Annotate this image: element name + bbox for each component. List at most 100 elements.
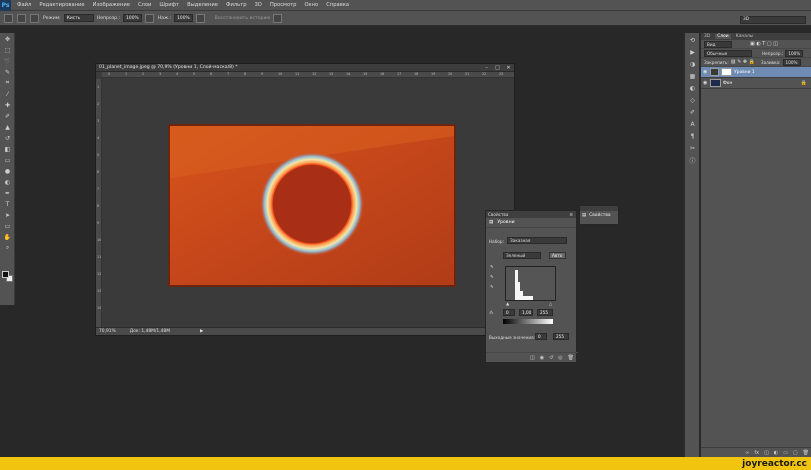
delete-icon[interactable]: 🗑 [568, 355, 574, 361]
output-white-field[interactable]: 255 [553, 333, 569, 340]
menu-image[interactable]: Изображение [93, 2, 130, 8]
healing-icon[interactable]: ✚ [2, 100, 13, 110]
eraser-tool-icon[interactable] [4, 13, 13, 23]
menu-window[interactable]: Окно [304, 2, 318, 8]
view-previous-icon[interactable]: ◉ [540, 355, 544, 361]
flow-field[interactable]: 100% [174, 14, 193, 22]
menu-3d[interactable]: 3D [255, 2, 262, 8]
blur-icon[interactable]: ● [2, 166, 13, 176]
brush-panel-dock-icon[interactable]: ✐ [687, 107, 698, 117]
layer-row-background[interactable]: ◉ Фон 🔒 [701, 78, 811, 89]
preset-select[interactable]: Заказная [507, 237, 567, 244]
link-icon[interactable]: ∞ [745, 450, 749, 456]
gradient-icon[interactable]: ▭ [2, 155, 13, 165]
adjustments-icon[interactable]: ◐ [687, 83, 698, 93]
mode-select[interactable]: Кисть [63, 14, 94, 22]
character-icon[interactable]: A [687, 119, 698, 129]
actions-icon[interactable]: ▶ [687, 47, 698, 57]
paragraph-icon[interactable]: ¶ [687, 131, 698, 141]
maximize-icon[interactable]: □ [492, 64, 503, 71]
move-icon[interactable]: ✥ [2, 34, 13, 44]
hand-icon[interactable]: ✋ [2, 232, 13, 242]
zoom-level[interactable]: 70,91% [99, 329, 116, 334]
lasso-icon[interactable]: ➰ [2, 56, 13, 66]
tool-presets-icon[interactable]: ✂ [687, 143, 698, 153]
swatches-icon[interactable]: ▦ [687, 71, 698, 81]
reset-icon[interactable]: ↺ [549, 355, 553, 361]
pen-icon[interactable]: ✒ [2, 188, 13, 198]
minimize-icon[interactable]: – [481, 64, 492, 71]
zoom-icon[interactable]: ⌕ [2, 243, 13, 253]
tab-channels[interactable]: Каналы [736, 34, 754, 39]
clip-to-layer-icon[interactable]: ◫ [530, 355, 535, 361]
stamp-icon[interactable]: ▲ [2, 122, 13, 132]
menu-file[interactable]: Файл [17, 2, 31, 8]
site-brand[interactable]: joyreactor.cc [742, 459, 807, 469]
erase-history-checkbox[interactable]: Восстановить историю [215, 16, 271, 21]
eyedropper-icon[interactable]: ⁄ [2, 89, 13, 99]
visibility-icon[interactable]: ◎ [558, 355, 562, 361]
black-input-slider[interactable]: ▲ [506, 301, 509, 306]
menu-layers[interactable]: Слои [138, 2, 151, 8]
fill-field[interactable]: 100% [782, 58, 801, 66]
channel-select[interactable]: Зеленый [503, 252, 541, 259]
clip-icon[interactable]: ⁂ [489, 310, 493, 315]
blend-mode-select[interactable]: Обычные [704, 49, 752, 57]
type-icon[interactable]: T [2, 199, 13, 209]
fx-icon[interactable]: fx [754, 450, 759, 456]
canvas-area[interactable] [102, 79, 514, 327]
layer-kind-select[interactable]: Вид [704, 40, 732, 48]
close-icon[interactable]: ✕ [503, 64, 514, 71]
airbrush-icon[interactable] [195, 13, 205, 23]
tab-layers[interactable]: Слои [715, 34, 731, 39]
dodge-icon[interactable]: ◐ [2, 177, 13, 187]
mask-thumb[interactable] [721, 68, 732, 76]
brush-preset-icon[interactable] [17, 13, 26, 23]
input-white-field[interactable]: 255 [537, 309, 553, 316]
workspace-select[interactable]: 3D [740, 16, 806, 24]
white-input-slider[interactable]: △ [549, 301, 552, 306]
shape-icon[interactable]: ▭ [2, 221, 13, 231]
menu-select[interactable]: Выделение [187, 2, 218, 8]
info-icon[interactable]: ⓘ [687, 155, 698, 165]
menu-filter[interactable]: Фильтр [226, 2, 247, 8]
document-tab[interactable]: 01_planet_image.jpeg @ 70,9% (Уровни 1, … [96, 64, 514, 72]
history-icon[interactable]: ⟲ [687, 35, 698, 45]
quick-select-icon[interactable]: ✎ [2, 67, 13, 77]
input-gamma-field[interactable]: 1,00 [519, 309, 533, 316]
history-brush-icon[interactable]: ↺ [2, 133, 13, 143]
crop-icon[interactable]: ⌗ [2, 78, 13, 88]
pressure-opacity-icon[interactable] [144, 13, 154, 23]
output-black-field[interactable]: 0 [535, 333, 547, 340]
planet-image[interactable] [168, 124, 456, 287]
panel-menu-icon[interactable]: ≡ [569, 212, 573, 217]
menu-edit[interactable]: Редактирование [39, 2, 84, 8]
brush-icon[interactable]: ✐ [2, 111, 13, 121]
menu-help[interactable]: Справка [326, 2, 349, 8]
filter-icons[interactable]: ▣ ◐ T ▢ ◫ [750, 41, 778, 47]
eyedropper-white-icon[interactable]: ✎ [490, 284, 494, 289]
color-icon[interactable]: ◑ [687, 59, 698, 69]
add-mask-icon[interactable]: ◫ [764, 450, 769, 456]
opacity-field[interactable]: 100% [123, 14, 142, 22]
lock-icons[interactable]: ▨ ✎ ✥ 🔒 [731, 59, 755, 65]
layer-row-levels[interactable]: ◉ Уровни 1 [701, 67, 811, 78]
eyedropper-gray-icon[interactable]: ✎ [490, 274, 494, 279]
properties-mini-button[interactable]: ▤ Свойства [580, 211, 618, 220]
new-group-icon[interactable]: ▭ [783, 450, 788, 456]
foreground-color-swatch[interactable] [2, 271, 9, 278]
styles-icon[interactable]: ◇ [687, 95, 698, 105]
properties-title[interactable]: Свойства ≡ [486, 211, 576, 218]
new-layer-icon[interactable]: ▢ [793, 450, 798, 456]
status-arrow-icon[interactable]: ▶ [200, 329, 203, 334]
marquee-icon[interactable]: ⬚ [2, 45, 13, 55]
new-adjustment-icon[interactable]: ◐ [774, 450, 778, 456]
menu-type[interactable]: Шрифт [159, 2, 179, 8]
tab-3d[interactable]: 3D [704, 34, 710, 39]
layer-opacity-field[interactable]: 100% [785, 49, 804, 57]
delete-layer-icon[interactable]: 🗑 [803, 450, 809, 456]
auto-button[interactable]: Авто [549, 252, 566, 259]
eraser-icon[interactable]: ◧ [2, 144, 13, 154]
menu-view[interactable]: Просмотр [270, 2, 297, 8]
pressure-size-icon[interactable] [273, 13, 283, 23]
